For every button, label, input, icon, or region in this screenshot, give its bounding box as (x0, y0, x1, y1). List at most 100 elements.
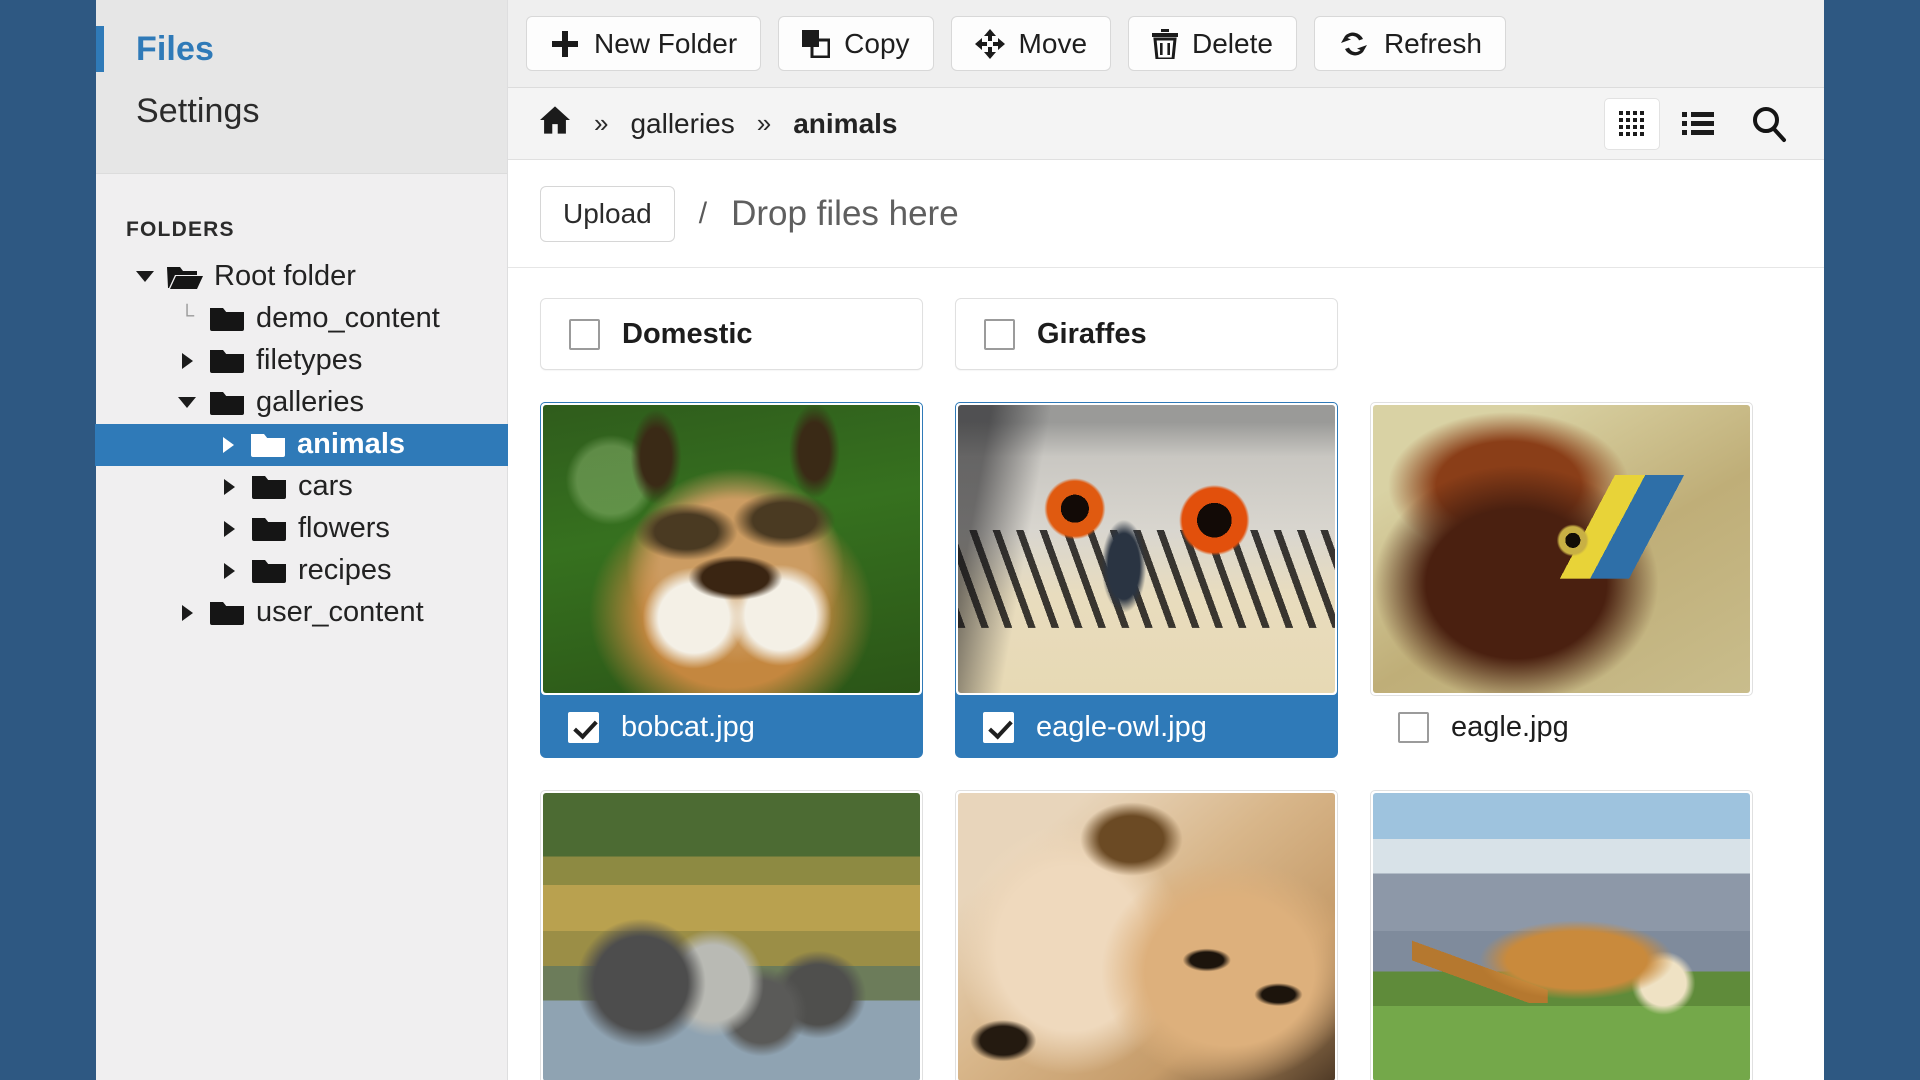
sidebar-item-files[interactable]: Files (96, 18, 507, 80)
file-card-elephants-jpg[interactable]: elephants.jpg (540, 790, 923, 1080)
folder-tree-item-recipes[interactable]: recipes (96, 550, 507, 592)
folder-icon (208, 599, 246, 626)
folder-icon (252, 557, 286, 584)
folder-tree-label: filetypes (256, 344, 363, 377)
file-grid: Domestic Giraffes bobcat.jpg eagle-owl.jpg e… (508, 268, 1824, 1080)
upload-button[interactable]: Upload (540, 185, 675, 242)
file-card-eagle-owl-jpg[interactable]: eagle-owl.jpg (955, 402, 1338, 758)
folder-checkbox[interactable] (569, 318, 600, 350)
sidebar-nav: Files Settings (96, 0, 507, 174)
file-caption-row: bobcat.jpg (540, 696, 923, 758)
file-manager-app: Files Settings FOLDERS Root folder └ demo_… (95, 0, 1824, 1080)
sidebar-item-label: Files (136, 30, 214, 68)
arrows-move-icon (974, 28, 1005, 59)
folder-card-giraffes[interactable]: Giraffes (955, 298, 1338, 370)
chevron-down-icon[interactable] (166, 397, 208, 409)
thumbnail-eagle-owl-portrait (958, 405, 1335, 693)
upload-bar: Upload / Drop files here (508, 160, 1824, 268)
refresh-button[interactable]: Refresh (1313, 16, 1506, 71)
folder-icon (251, 431, 285, 458)
button-label: New Folder (594, 27, 738, 59)
folder-icon (210, 305, 244, 332)
file-name: eagle-owl.jpg (1036, 710, 1207, 743)
file-card-horse-jpg[interactable]: horse.jpg (1370, 790, 1753, 1080)
folder-tree: Root folder └ demo_content filetypes galleri… (95, 256, 508, 634)
breadcrumb-separator: » (594, 108, 609, 138)
folder-card-domestic[interactable]: Domestic (540, 298, 923, 370)
thumbnail-horse-grazing (1373, 793, 1750, 1080)
button-label: Delete (1192, 27, 1273, 59)
file-card-lions-jpg[interactable]: lions.jpg (955, 790, 1338, 1080)
thumbnail-lions-nuzzling (958, 793, 1335, 1080)
folder-tree-item-galleries[interactable]: galleries (96, 382, 507, 424)
folder-icon (250, 473, 288, 500)
file-card-eagle-jpg[interactable]: eagle.jpg (1370, 402, 1753, 758)
delete-button[interactable]: Delete (1128, 16, 1297, 71)
chevron-right-icon[interactable] (166, 352, 208, 369)
thumbnail-frame (1370, 790, 1753, 1080)
folder-checkbox[interactable] (984, 318, 1015, 350)
sidebar: Files Settings FOLDERS Root folder └ demo_… (95, 0, 508, 1080)
button-label: Move (1018, 27, 1088, 59)
button-label: Refresh (1383, 27, 1482, 59)
file-card-bobcat-jpg[interactable]: bobcat.jpg (540, 402, 923, 758)
folder-tree-item-demo_content[interactable]: └ demo_content (96, 298, 507, 340)
chevron-right-icon[interactable] (208, 562, 250, 579)
sidebar-item-settings[interactable]: Settings (96, 80, 507, 142)
folder-tree-item-cars[interactable]: cars (96, 466, 507, 508)
chevron-down-icon[interactable] (124, 271, 166, 283)
new-folder-button[interactable]: New Folder (526, 16, 762, 71)
breadcrumb-item-animals[interactable]: animals (793, 108, 897, 140)
folder-tree-label: galleries (256, 386, 364, 419)
breadcrumb-bar: » galleries » animals (508, 88, 1824, 160)
thumbnail-elephants-waterhole (543, 793, 920, 1080)
grid-cell: eagle.jpg (1370, 402, 1753, 758)
chevron-right-icon[interactable] (207, 436, 249, 453)
grid-cell: Giraffes (955, 298, 1338, 370)
folder-tree-item-filetypes[interactable]: filetypes (96, 340, 507, 382)
grid-view-icon[interactable] (1604, 97, 1660, 150)
folder-tree-label: cars (298, 470, 353, 503)
upload-separator: / (698, 196, 708, 230)
home-icon[interactable] (538, 105, 572, 142)
file-checkbox[interactable] (568, 711, 599, 743)
file-checkbox[interactable] (983, 711, 1014, 743)
chevron-right-icon[interactable] (166, 604, 208, 621)
folder-icon (250, 515, 288, 542)
folder-tree-item-flowers[interactable]: flowers (96, 508, 507, 550)
action-toolbar: New Folder Copy Move Delete Refresh (508, 0, 1824, 88)
file-name: eagle.jpg (1451, 710, 1569, 743)
search-icon[interactable] (1736, 98, 1802, 150)
folder-open-icon (166, 263, 204, 291)
thumbnail-frame (1370, 402, 1753, 696)
chevron-right-icon[interactable] (208, 520, 250, 537)
chevron-right-icon[interactable] (208, 478, 250, 495)
folder-tree-item-root-folder[interactable]: Root folder (96, 256, 507, 298)
folder-tree-label: demo_content (256, 302, 440, 335)
list-view-icon[interactable] (1670, 98, 1726, 150)
plus-icon (550, 29, 580, 59)
refresh-icon (1338, 30, 1370, 58)
main-panel: New Folder Copy Move Delete Refresh » galler… (508, 0, 1824, 1080)
file-checkbox[interactable] (1398, 711, 1429, 743)
breadcrumb-separator: » (756, 108, 772, 138)
drop-files-hint: Drop files here (731, 193, 959, 233)
grid-spacer (1370, 298, 1753, 370)
move-button[interactable]: Move (950, 16, 1112, 71)
trash-icon (1152, 28, 1179, 59)
folder-icon (208, 305, 246, 332)
file-caption-row: eagle.jpg (1370, 696, 1753, 758)
folder-tree-item-animals[interactable]: animals (95, 423, 508, 466)
folder-icon (208, 389, 246, 416)
folder-card-label: Domestic (622, 317, 753, 350)
file-caption-row: eagle-owl.jpg (955, 696, 1338, 758)
thumbnail-frame (955, 402, 1338, 696)
thumbnail-golden-eagle-portrait (1373, 405, 1750, 693)
copy-button[interactable]: Copy (778, 16, 934, 71)
folder-card-label: Giraffes (1037, 317, 1147, 350)
breadcrumb-item-galleries[interactable]: galleries (630, 108, 734, 140)
thumbnail-frame (540, 790, 923, 1080)
folder-tree-item-user_content[interactable]: user_content (96, 592, 507, 634)
button-label: Copy (844, 27, 910, 59)
grid-cell: bobcat.jpg (540, 402, 923, 758)
